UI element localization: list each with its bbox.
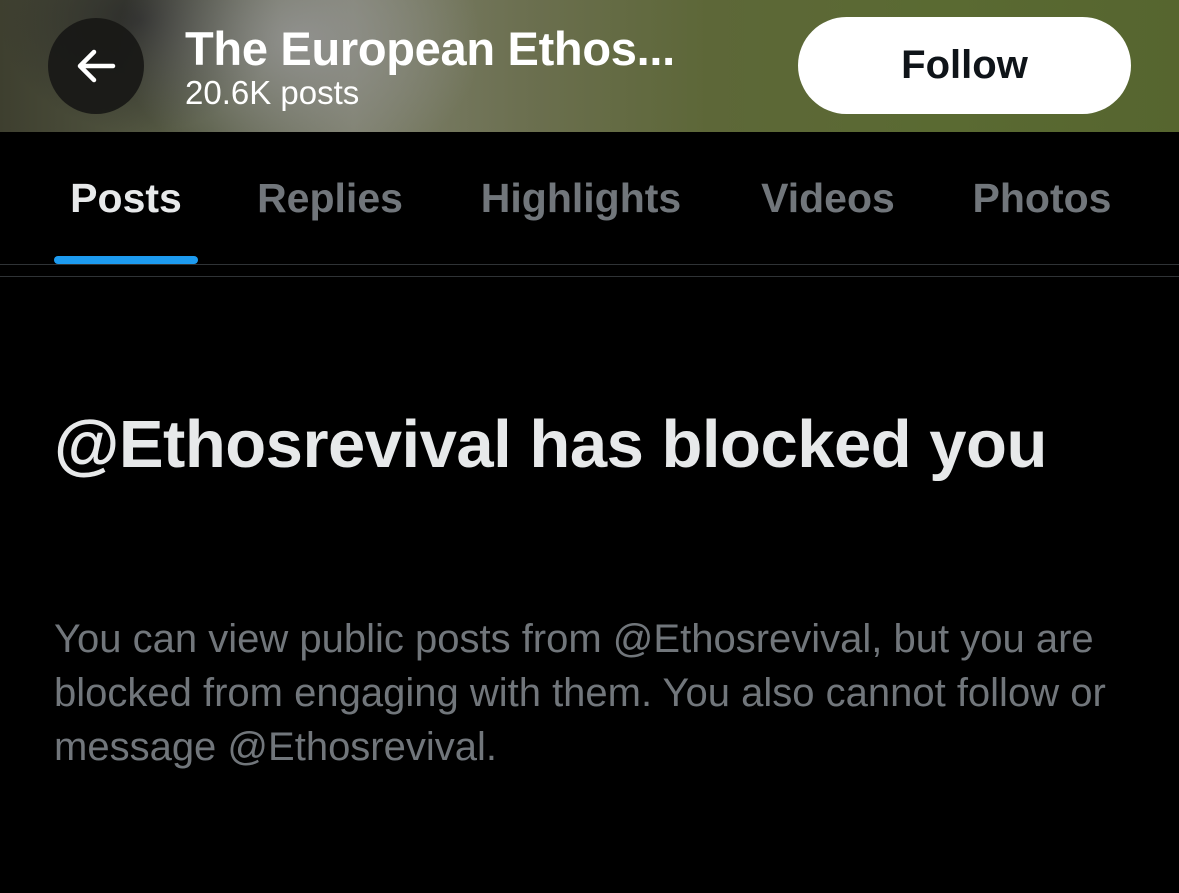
active-tab-indicator	[54, 256, 198, 264]
follow-button[interactable]: Follow	[798, 17, 1131, 114]
post-count: 20.6K posts	[185, 74, 360, 111]
tab-posts[interactable]: Posts	[54, 132, 198, 265]
tabs-divider	[0, 264, 1179, 265]
arrow-left-icon	[77, 49, 116, 83]
profile-screen: The European Ethos... 20.6K posts Follow…	[0, 0, 1179, 893]
header-title-block: The European Ethos... 20.6K posts	[185, 22, 745, 112]
tab-replies[interactable]: Replies	[246, 132, 414, 265]
profile-title: The European Ethos...	[185, 22, 675, 75]
tab-videos[interactable]: Videos	[748, 132, 908, 265]
profile-tabs: Posts Replies Highlights Videos Photos	[0, 132, 1179, 265]
blocked-heading: @Ethosrevival has blocked you	[54, 407, 1047, 482]
blocked-description: You can view public posts from @Ethosrev…	[54, 617, 1106, 769]
tab-photos[interactable]: Photos	[960, 132, 1124, 265]
back-button[interactable]	[48, 18, 144, 114]
content-divider	[0, 276, 1179, 277]
tab-highlights[interactable]: Highlights	[466, 132, 696, 265]
profile-header-banner: The European Ethos... 20.6K posts Follow	[0, 0, 1179, 132]
